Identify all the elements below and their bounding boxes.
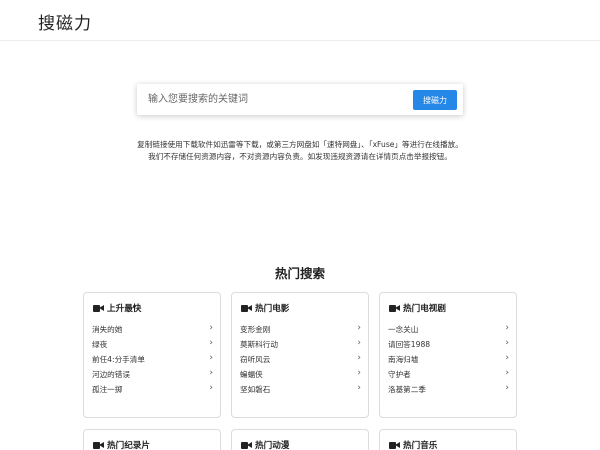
list-item[interactable]: 蝙蝠侠 › [232,367,370,382]
site-logo[interactable]: 搜磁力 [38,9,92,34]
video-camera-icon [241,441,252,449]
chevron-right-icon: › [209,338,213,348]
list-item[interactable]: 绿夜 › [84,337,222,352]
card-list: 变形金刚 › 莫斯科行动 › 窃听风云 › 蝙蝠侠 › 坚如磐石 › [232,322,370,397]
card-title: 热门纪录片 [107,441,150,450]
chevron-right-icon: › [209,383,213,393]
card-header: 热门电视剧 [389,302,446,314]
card-header: 上升最快 [93,302,141,314]
item-label: 请回答1988 [388,340,431,349]
chevron-right-icon: › [357,353,361,363]
hot-card-music: 热门音乐 [379,429,517,450]
chevron-right-icon: › [357,368,361,378]
notice-line-2: 我们不存储任何资源内容，不对资源内容负责。如发现违规资源请在详情页点击举报按钮。 [148,152,452,161]
card-title: 上升最快 [107,304,142,314]
item-label: 守护者 [388,370,411,379]
chevron-right-icon: › [357,323,361,333]
card-title: 热门动漫 [255,441,290,450]
list-item[interactable]: 河边的错误 › [84,367,222,382]
chevron-right-icon: › [505,323,509,333]
card-list: 一念关山 › 请回答1988 › 南海归墟 › 守护者 › 洛基第二季 › [380,322,518,397]
list-item[interactable]: 变形金刚 › [232,322,370,337]
header: 搜磁力 [0,0,600,41]
item-label: 洛基第二季 [388,385,426,394]
list-item[interactable]: 坚如磐石 › [232,382,370,397]
chevron-right-icon: › [505,353,509,363]
chevron-right-icon: › [505,368,509,378]
item-label: 河边的错误 [92,370,130,379]
hot-card-rising: 上升最快 消失的她 › 绿夜 › 前任4:分手清单 › 河边的错误 › 孤注一掷 › [83,292,221,418]
item-label: 绿夜 [92,340,108,349]
list-item[interactable]: 窃听风云 › [232,352,370,367]
list-item[interactable]: 守护者 › [380,367,518,382]
list-item[interactable]: 消失的她 › [84,322,222,337]
video-camera-icon [241,304,252,312]
card-header: 热门纪录片 [93,439,150,450]
list-item[interactable]: 南海归墟 › [380,352,518,367]
card-header: 热门电影 [241,302,289,314]
card-header: 热门动漫 [241,439,289,450]
video-camera-icon [93,304,104,312]
chevron-right-icon: › [357,338,361,348]
search-input[interactable] [137,84,407,115]
video-camera-icon [389,304,400,312]
chevron-right-icon: › [209,353,213,363]
item-label: 莫斯科行动 [240,340,278,349]
item-label: 一念关山 [388,325,419,334]
hot-card-movies: 热门电影 变形金刚 › 莫斯科行动 › 窃听风云 › 蝙蝠侠 › 坚如磐石 › [231,292,369,418]
card-list: 消失的她 › 绿夜 › 前任4:分手清单 › 河边的错误 › 孤注一掷 › [84,322,222,397]
search-button[interactable]: 搜磁力 [413,90,457,110]
search-box: 搜磁力 [137,84,463,115]
notice-line-1: 复制链接使用下载软件如迅雷等下载，或第三方网盘如「速特网盘」、「xFuse」等进… [137,140,463,149]
list-item[interactable]: 莫斯科行动 › [232,337,370,352]
video-camera-icon [389,441,400,449]
video-camera-icon [93,441,104,449]
chevron-right-icon: › [505,383,509,393]
card-title: 热门电视剧 [403,304,446,314]
card-title: 热门电影 [255,304,290,314]
list-item[interactable]: 一念关山 › [380,322,518,337]
chevron-right-icon: › [505,338,509,348]
card-title: 热门音乐 [403,441,438,450]
item-label: 前任4:分手清单 [92,355,145,364]
list-item[interactable]: 请回答1988 › [380,337,518,352]
chevron-right-icon: › [209,323,213,333]
item-label: 窃听风云 [240,355,271,364]
hot-card-tv: 热门电视剧 一念关山 › 请回答1988 › 南海归墟 › 守护者 › 洛基第二季 › [379,292,517,418]
hot-search-title: 热门搜索 [274,266,325,281]
item-label: 变形金刚 [240,325,271,334]
hot-card-anime: 热门动漫 [231,429,369,450]
item-label: 蝙蝠侠 [240,370,263,379]
item-label: 南海归墟 [388,355,419,364]
list-item[interactable]: 前任4:分手清单 › [84,352,222,367]
item-label: 孤注一掷 [92,385,123,394]
item-label: 坚如磐石 [240,385,271,394]
hot-card-documentary: 热门纪录片 [83,429,221,450]
list-item[interactable]: 洛基第二季 › [380,382,518,397]
item-label: 消失的她 [92,325,123,334]
list-item[interactable]: 孤注一掷 › [84,382,222,397]
chevron-right-icon: › [357,383,361,393]
chevron-right-icon: › [209,368,213,378]
usage-notice: 复制链接使用下载软件如迅雷等下载，或第三方网盘如「速特网盘」、「xFuse」等进… [0,139,600,163]
card-header: 热门音乐 [389,439,437,450]
